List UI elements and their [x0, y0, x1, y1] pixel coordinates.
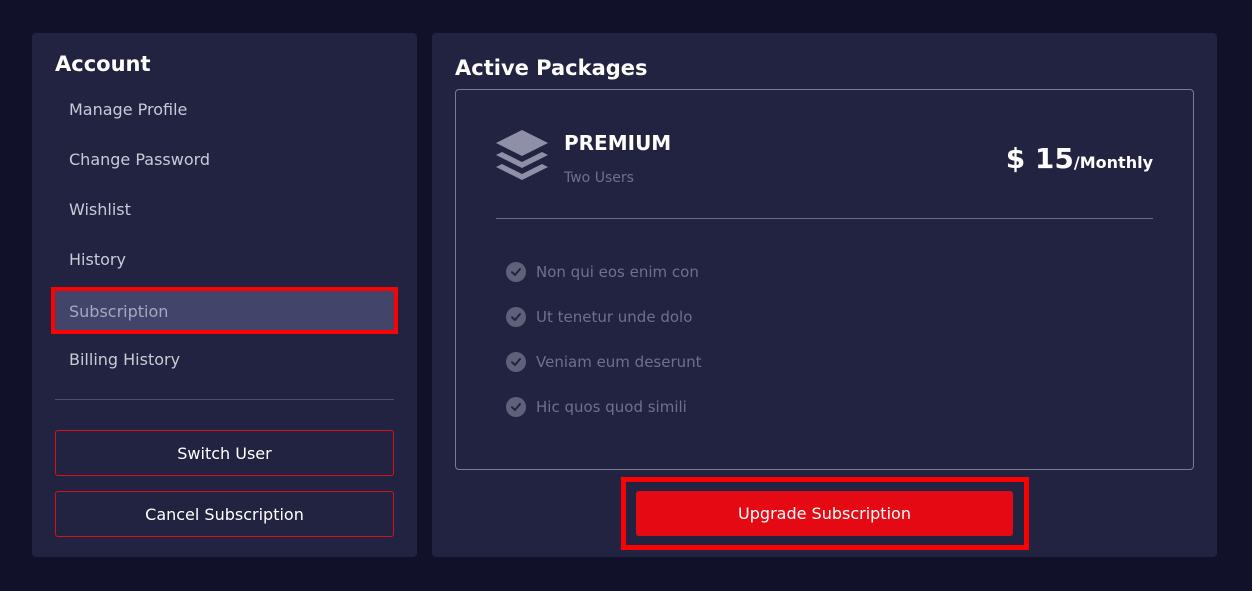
cancel-subscription-button[interactable]: Cancel Subscription: [55, 491, 394, 537]
feature-text: Veniam eum deserunt: [536, 353, 702, 371]
sidebar-item-billing-history[interactable]: Billing History: [55, 339, 395, 379]
feature-text: Hic quos quod simili: [536, 398, 687, 416]
sidebar-divider: [55, 399, 394, 400]
feature-item: Non qui eos enim con: [506, 261, 699, 283]
sidebar-item-history[interactable]: History: [55, 239, 395, 279]
feature-item: Hic quos quod simili: [506, 396, 687, 418]
page-title: Active Packages: [455, 56, 648, 80]
feature-text: Ut tenetur unde dolo: [536, 308, 693, 326]
plan-name: PREMIUM: [564, 131, 672, 155]
sidebar-item-change-password[interactable]: Change Password: [55, 139, 395, 179]
check-circle-icon: [506, 352, 526, 372]
sidebar-item-subscription[interactable]: Subscription: [55, 291, 395, 331]
switch-user-button[interactable]: Switch User: [55, 430, 394, 476]
active-packages-panel: Active Packages PREMIUM Two Users $ 15/M…: [432, 33, 1217, 557]
price-period: /Monthly: [1073, 153, 1153, 172]
plan-subtitle: Two Users: [564, 170, 634, 186]
account-sidebar: Account Manage Profile Change Password W…: [32, 33, 417, 557]
sidebar-item-wishlist[interactable]: Wishlist: [55, 189, 395, 229]
check-circle-icon: [506, 397, 526, 417]
sidebar-item-manage-profile[interactable]: Manage Profile: [55, 89, 395, 129]
feature-text: Non qui eos enim con: [536, 263, 699, 281]
card-divider: [496, 218, 1153, 219]
layers-icon: [496, 130, 548, 180]
check-circle-icon: [506, 307, 526, 327]
plan-price: $ 15/Monthly: [1006, 142, 1153, 175]
feature-item: Ut tenetur unde dolo: [506, 306, 692, 328]
check-circle-icon: [506, 262, 526, 282]
sidebar-title: Account: [55, 52, 151, 76]
package-card: PREMIUM Two Users $ 15/Monthly Non qui e…: [455, 89, 1194, 470]
feature-item: Veniam eum deserunt: [506, 351, 702, 373]
price-amount: $ 15: [1005, 142, 1074, 175]
upgrade-subscription-button[interactable]: Upgrade Subscription: [636, 491, 1013, 536]
